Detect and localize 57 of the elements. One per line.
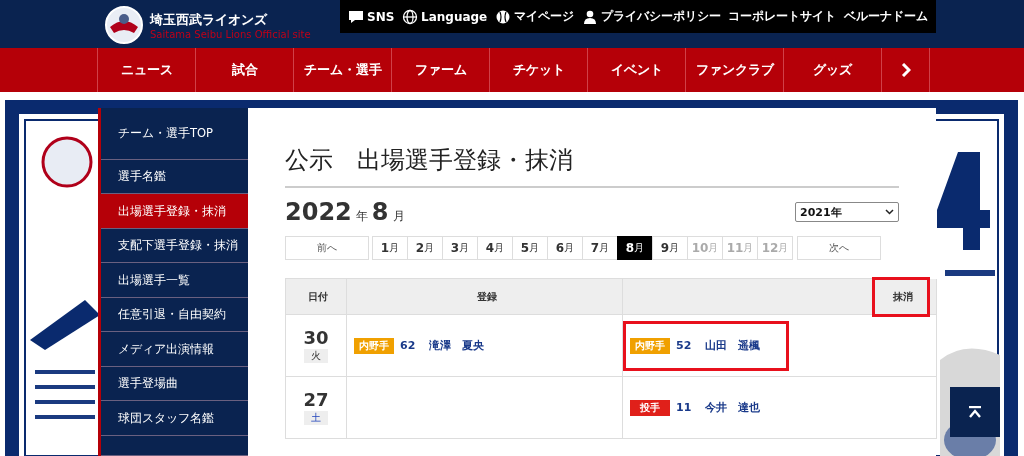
position-tag: 内野手	[630, 337, 670, 354]
person-icon	[581, 8, 598, 25]
baseball-icon	[494, 8, 511, 25]
previous-month-button[interactable]: 前へ	[285, 236, 369, 260]
month-tab: 11月	[722, 236, 758, 260]
weekday-badge: 火	[304, 349, 328, 363]
player-name-link[interactable]: 滝澤 夏央	[429, 338, 485, 353]
chat-bubble-icon	[348, 8, 364, 25]
back-to-top-button[interactable]	[950, 387, 1000, 437]
month-tab: 12月	[757, 236, 793, 260]
nav-item[interactable]: チケット	[490, 48, 588, 92]
day-number: 30	[303, 328, 329, 348]
top-link[interactable]: コーポレートサイト	[728, 8, 837, 25]
column-header: 日付	[307, 289, 329, 304]
month-tab[interactable]: 5月	[512, 236, 548, 260]
nav-item[interactable]: イベント	[588, 48, 686, 92]
page-title: 公示 出場選手登録・抹消	[285, 144, 899, 188]
site-name[interactable]: 埼玉西武ライオンズ	[150, 10, 311, 29]
player-number[interactable]: 11	[676, 401, 692, 414]
top-link[interactable]: SNS	[348, 8, 395, 25]
month-tab[interactable]: 4月	[477, 236, 513, 260]
next-month-button[interactable]: 次へ	[797, 236, 881, 260]
period-heading: 2022 年 8 月	[285, 198, 405, 226]
year-select[interactable]: 2021年	[795, 202, 899, 222]
top-link[interactable]: マイページ	[494, 8, 574, 25]
column-header: 登録	[475, 289, 498, 304]
month-tab[interactable]: 8月	[617, 236, 653, 260]
month-tab[interactable]: 1月	[372, 236, 408, 260]
position-tag: 内野手	[354, 337, 394, 354]
weekday-badge: 土	[304, 411, 328, 425]
position-tag: 投手	[630, 399, 670, 416]
month-tab[interactable]: 9月	[652, 236, 688, 260]
month-tab[interactable]: 3月	[442, 236, 478, 260]
day-number: 27	[303, 390, 329, 410]
chevron-right-icon	[900, 63, 911, 77]
top-link[interactable]: ベルーナドーム	[843, 8, 928, 25]
top-link[interactable]: Language	[402, 8, 488, 25]
nav-item[interactable]: グッズ	[784, 48, 882, 92]
player-number[interactable]: 62	[400, 339, 416, 352]
column-header: 抹消	[872, 276, 930, 317]
player-name-link[interactable]: 山田 遥楓	[705, 338, 761, 353]
nav-item[interactable]: チーム・選手	[294, 48, 392, 92]
player-name-link[interactable]: 今井 達也	[705, 400, 761, 415]
nav-item[interactable]: ファンクラブ	[686, 48, 784, 92]
chevron-down-icon	[885, 209, 894, 215]
top-link[interactable]: プライバシーポリシー	[581, 8, 721, 25]
nav-item[interactable]: ファーム	[392, 48, 490, 92]
nav-item[interactable]: 試合	[196, 48, 294, 92]
nav-item[interactable]: ニュース	[98, 48, 196, 92]
site-subtitle: Saitama Seibu Lions Official site	[150, 28, 311, 40]
month-tab: 10月	[687, 236, 723, 260]
globe-icon	[402, 8, 418, 25]
arrow-up-icon	[968, 406, 982, 418]
player-number[interactable]: 52	[676, 339, 692, 352]
month-tab[interactable]: 2月	[407, 236, 443, 260]
sidebar-item[interactable]: 出場選手登録・抹消	[101, 194, 248, 229]
month-tab[interactable]: 6月	[547, 236, 583, 260]
